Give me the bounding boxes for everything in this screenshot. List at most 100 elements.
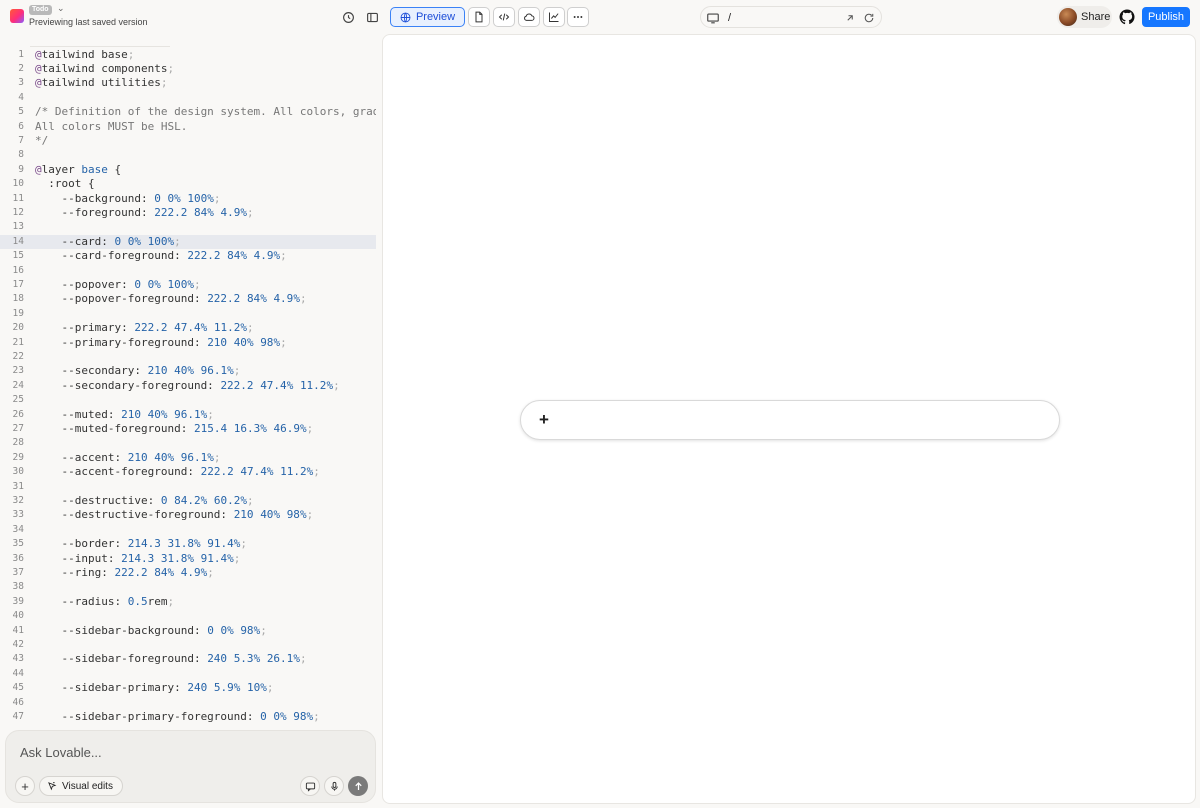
code-line[interactable]: 36 --input: 214.3 31.8% 91.4%;	[0, 552, 376, 566]
analytics-button[interactable]	[543, 7, 565, 27]
code-text[interactable]: --background: 0 0% 100%;	[35, 192, 220, 206]
code-line[interactable]: 42	[0, 638, 376, 652]
code-line[interactable]: 7 */	[0, 134, 376, 148]
url-path[interactable]: /	[728, 11, 731, 25]
code-text[interactable]: --sidebar-foreground: 240 5.3% 26.1%;	[35, 652, 306, 666]
code-line[interactable]: 39 --radius: 0.5rem;	[0, 595, 376, 609]
code-text[interactable]: /* Definition of the design system. All …	[35, 105, 376, 119]
code-text[interactable]: --sidebar-primary-foreground: 0 0% 98%;	[35, 710, 319, 724]
share-button[interactable]: Share	[1057, 6, 1112, 28]
code-line[interactable]: 31	[0, 480, 376, 494]
code-line[interactable]: 9 @layer base {	[0, 163, 376, 177]
visual-edits-button[interactable]: Visual edits	[39, 776, 123, 796]
project-name[interactable]: Todo	[29, 5, 52, 15]
code-text[interactable]: --destructive-foreground: 210 40% 98%;	[35, 508, 313, 522]
code-line[interactable]: 41 --sidebar-background: 0 0% 98%;	[0, 624, 376, 638]
chat-input-box[interactable]: Ask Lovable... + Visual edits	[5, 730, 376, 803]
code-text[interactable]: --sidebar-background: 0 0% 98%;	[35, 624, 266, 638]
code-text[interactable]: --ring: 222.2 84% 4.9%;	[35, 566, 213, 580]
sidebar-toggle-icon[interactable]	[361, 6, 383, 28]
code-line[interactable]: 4	[0, 91, 376, 105]
code-text[interactable]: --secondary: 210 40% 96.1%;	[35, 364, 240, 378]
code-text[interactable]: --muted-foreground: 215.4 16.3% 46.9%;	[35, 422, 313, 436]
code-text[interactable]: --sidebar-primary: 240 5.9% 10%;	[35, 681, 273, 695]
code-line[interactable]: 13	[0, 220, 376, 234]
refresh-icon[interactable]	[863, 11, 877, 25]
code-text[interactable]: --foreground: 222.2 84% 4.9%;	[35, 206, 253, 220]
code-text[interactable]: --card: 0 0% 100%;	[35, 235, 180, 249]
code-line[interactable]: 37 --ring: 222.2 84% 4.9%;	[0, 566, 376, 580]
lovable-logo-icon[interactable]	[10, 9, 24, 23]
microphone-button[interactable]	[324, 776, 344, 796]
chat-input-placeholder[interactable]: Ask Lovable...	[20, 745, 102, 760]
code-text[interactable]: --primary-foreground: 210 40% 98%;	[35, 336, 286, 350]
code-text[interactable]: @layer base {	[35, 163, 121, 177]
code-text[interactable]: --border: 214.3 31.8% 91.4%;	[35, 537, 246, 551]
code-line[interactable]: 5 /* Definition of the design system. All…	[0, 105, 376, 119]
code-line[interactable]: 26 --muted: 210 40% 96.1%;	[0, 408, 376, 422]
code-editor[interactable]: 1 @tailwind base; 2 @tailwind components; 3 @…	[0, 40, 376, 726]
code-text[interactable]: --secondary-foreground: 222.2 47.4% 11.2…	[35, 379, 339, 393]
code-line[interactable]: 47 --sidebar-primary-foreground: 0 0% 98…	[0, 710, 376, 724]
code-line[interactable]: 16	[0, 264, 376, 278]
code-line[interactable]: 34	[0, 523, 376, 537]
code-line[interactable]: 2 @tailwind components;	[0, 62, 376, 76]
code-line[interactable]: 28	[0, 436, 376, 450]
code-line[interactable]: 38	[0, 580, 376, 594]
code-line[interactable]: 11 --background: 0 0% 100%;	[0, 192, 376, 206]
code-line[interactable]: 43 --sidebar-foreground: 240 5.3% 26.1%;	[0, 652, 376, 666]
code-text[interactable]: --accent-foreground: 222.2 47.4% 11.2%;	[35, 465, 319, 479]
code-line[interactable]: 15 --card-foreground: 222.2 84% 4.9%;	[0, 249, 376, 263]
code-line[interactable]: 1 @tailwind base;	[0, 48, 376, 62]
code-line[interactable]: 33 --destructive-foreground: 210 40% 98%…	[0, 508, 376, 522]
chevron-down-icon[interactable]: ⌄	[57, 3, 65, 13]
github-icon[interactable]	[1119, 9, 1135, 25]
monitor-icon[interactable]	[706, 11, 720, 25]
publish-button[interactable]: Publish	[1142, 7, 1190, 27]
code-text[interactable]: @tailwind components;	[35, 62, 174, 76]
code-line[interactable]: 17 --popover: 0 0% 100%;	[0, 278, 376, 292]
code-text[interactable]: --input: 214.3 31.8% 91.4%;	[35, 552, 240, 566]
history-icon[interactable]	[337, 6, 359, 28]
chat-mode-button[interactable]	[300, 776, 320, 796]
code-line[interactable]: 44	[0, 667, 376, 681]
code-line[interactable]: 21 --primary-foreground: 210 40% 98%;	[0, 336, 376, 350]
code-text[interactable]: --muted: 210 40% 96.1%;	[35, 408, 213, 422]
plus-icon[interactable]: +	[539, 411, 553, 429]
external-link-icon[interactable]	[844, 11, 858, 25]
code-line[interactable]: 40	[0, 609, 376, 623]
code-line[interactable]: 23 --secondary: 210 40% 96.1%;	[0, 364, 376, 378]
code-text[interactable]: --popover-foreground: 222.2 84% 4.9%;	[35, 292, 306, 306]
code-line[interactable]: 45 --sidebar-primary: 240 5.9% 10%;	[0, 681, 376, 695]
code-text[interactable]: :root {	[35, 177, 94, 191]
add-attachment-button[interactable]: +	[15, 776, 35, 796]
preview-button[interactable]: Preview	[390, 7, 465, 27]
code-line[interactable]: 3 @tailwind utilities;	[0, 76, 376, 90]
code-line[interactable]: 8	[0, 148, 376, 162]
code-text[interactable]: @tailwind utilities;	[35, 76, 167, 90]
code-text[interactable]: --destructive: 0 84.2% 60.2%;	[35, 494, 253, 508]
code-text[interactable]: --radius: 0.5rem;	[35, 595, 174, 609]
code-line[interactable]: 22	[0, 350, 376, 364]
url-bar[interactable]: /	[700, 6, 882, 28]
preview-prompt-input[interactable]: +	[520, 400, 1060, 440]
code-line[interactable]: 6 All colors MUST be HSL.	[0, 120, 376, 134]
code-line[interactable]: 12 --foreground: 222.2 84% 4.9%;	[0, 206, 376, 220]
send-button[interactable]	[348, 776, 368, 796]
avatar[interactable]	[1059, 8, 1077, 26]
code-line[interactable]: 35 --border: 214.3 31.8% 91.4%;	[0, 537, 376, 551]
code-line[interactable]: 27 --muted-foreground: 215.4 16.3% 46.9%…	[0, 422, 376, 436]
code-line[interactable]: 46	[0, 696, 376, 710]
code-line[interactable]: 14 --card: 0 0% 100%;	[0, 234, 376, 250]
code-text[interactable]: --card-foreground: 222.2 84% 4.9%;	[35, 249, 286, 263]
code-line[interactable]: 30 --accent-foreground: 222.2 47.4% 11.2…	[0, 465, 376, 479]
code-text[interactable]: @tailwind base;	[35, 48, 134, 62]
code-text[interactable]: --primary: 222.2 47.4% 11.2%;	[35, 321, 253, 335]
code-text[interactable]: */	[35, 134, 48, 148]
code-line[interactable]: 19	[0, 307, 376, 321]
code-text[interactable]: --accent: 210 40% 96.1%;	[35, 451, 220, 465]
code-text[interactable]: All colors MUST be HSL.	[35, 120, 187, 134]
cloud-button[interactable]	[518, 7, 540, 27]
code-line[interactable]: 25	[0, 393, 376, 407]
code-line[interactable]: 18 --popover-foreground: 222.2 84% 4.9%;	[0, 292, 376, 306]
